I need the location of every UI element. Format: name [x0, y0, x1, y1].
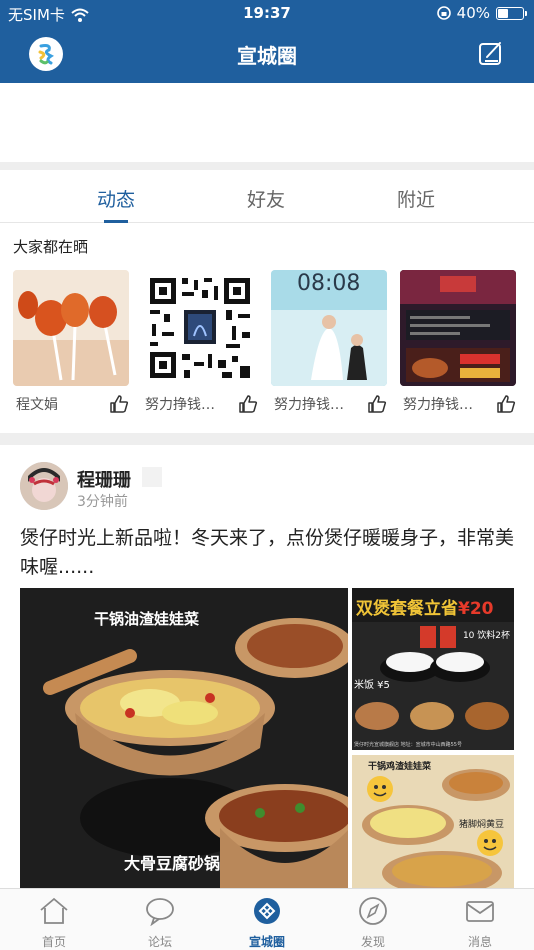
story-item[interactable]: 08:08 努力挣钱… — [271, 270, 387, 413]
avatar[interactable] — [20, 462, 68, 510]
post-text: 煲仔时光上新品啦！冬天来了，点份煲仔暖暖身子，非常美味喔...... — [20, 527, 515, 578]
promo-drink: 10 饮料2杯 — [462, 631, 510, 641]
post-image[interactable]: 双煲套餐立省¥20 10 饮料2杯 米饭 ¥5 煲仔时光宣城旗舰店 地址：宣城市… — [352, 588, 514, 750]
tab-circle-label: 宣城圈 — [248, 935, 285, 949]
circle-icon — [254, 898, 280, 924]
story-item[interactable]: 努力挣钱… — [400, 270, 516, 413]
stories-title: 大家都在晒 — [13, 238, 89, 256]
promo-footer: 煲仔时光宣城旗舰店 地址：宣城市中山西路55号 — [354, 742, 462, 748]
orientation-lock-icon — [436, 6, 451, 20]
active-tab-indicator — [104, 220, 128, 223]
like-icon[interactable] — [109, 394, 129, 414]
page-title: 宣城圈 — [237, 44, 297, 68]
story-author: 程文娟 — [16, 397, 58, 413]
post-image-main[interactable]: 干锅油渣娃娃菜 大骨豆腐砂锅 — [20, 588, 348, 888]
story-author: 努力挣钱… — [274, 397, 344, 413]
like-icon[interactable] — [238, 394, 258, 414]
home-icon — [40, 897, 68, 924]
status-bar: 无SIM卡 19:37 40% — [0, 4, 534, 26]
story-thumbnail[interactable] — [13, 270, 129, 386]
tab-home[interactable]: 首页 — [14, 896, 94, 950]
divider — [0, 162, 534, 170]
promo-title: 双煲套餐立省¥20 — [356, 594, 494, 619]
compass-icon — [359, 897, 387, 925]
author-badge — [142, 467, 162, 487]
image-caption: 干锅鸡渣娃娃菜 — [368, 762, 432, 772]
stories-row: 程文娟 努力挣钱… 08:08 努力挣钱… 努力挣钱… — [13, 270, 534, 420]
like-icon[interactable] — [496, 394, 516, 414]
promo-price: ¥20 — [458, 599, 494, 619]
story-thumbnail[interactable] — [142, 270, 258, 386]
feed-tabs: 动态 好友 附近 — [0, 170, 534, 223]
edit-icon[interactable] — [478, 40, 504, 66]
tab-home-label: 首页 — [41, 935, 66, 949]
tab-discover-label: 发现 — [360, 935, 385, 949]
divider — [0, 433, 534, 445]
banner-area — [0, 83, 534, 162]
tab-nearby[interactable]: 附近 — [397, 185, 435, 212]
tab-discover[interactable]: 发现 — [333, 896, 413, 950]
tab-friends[interactable]: 好友 — [247, 185, 285, 212]
tab-circle[interactable]: 宣城圈 — [227, 896, 307, 950]
tab-dynamic[interactable]: 动态 — [97, 185, 135, 212]
tab-forum[interactable]: 论坛 — [120, 896, 200, 950]
image-caption: 大骨豆腐砂锅 — [124, 854, 221, 873]
top-header: 无SIM卡 19:37 40% 宣城圈 — [0, 0, 534, 83]
bottom-tab-bar: 首页 论坛 宣城圈 发现 消息 — [0, 888, 534, 950]
tab-messages-label: 消息 — [467, 935, 492, 949]
image-caption: 猪脚焖黄豆 — [458, 820, 504, 830]
promo-rice: 米饭 ¥5 — [354, 680, 390, 691]
image-caption: 干锅油渣娃娃菜 — [94, 610, 200, 628]
story-item[interactable]: 努力挣钱… — [142, 270, 258, 413]
svg-text:08:08: 08:08 — [297, 271, 360, 296]
story-author: 努力挣钱… — [145, 397, 215, 413]
post-author[interactable]: 程珊珊 — [77, 466, 131, 492]
tab-messages[interactable]: 消息 — [440, 896, 520, 950]
story-thumbnail[interactable]: 08:08 — [271, 270, 387, 386]
promo-title-text: 双煲套餐立省 — [356, 599, 458, 619]
story-item[interactable]: 程文娟 — [13, 270, 129, 413]
story-thumbnail[interactable] — [400, 270, 516, 386]
story-author: 努力挣钱… — [403, 397, 473, 413]
tab-forum-label: 论坛 — [147, 935, 172, 949]
mail-icon — [466, 901, 494, 922]
post-timestamp: 3分钟前 — [77, 494, 128, 510]
battery-icon — [496, 6, 527, 20]
post-image[interactable]: 干锅鸡渣娃娃菜 猪脚焖黄豆 — [352, 755, 514, 890]
like-icon[interactable] — [367, 394, 387, 414]
battery-percent: 40% — [456, 4, 490, 22]
chat-icon — [146, 898, 174, 927]
